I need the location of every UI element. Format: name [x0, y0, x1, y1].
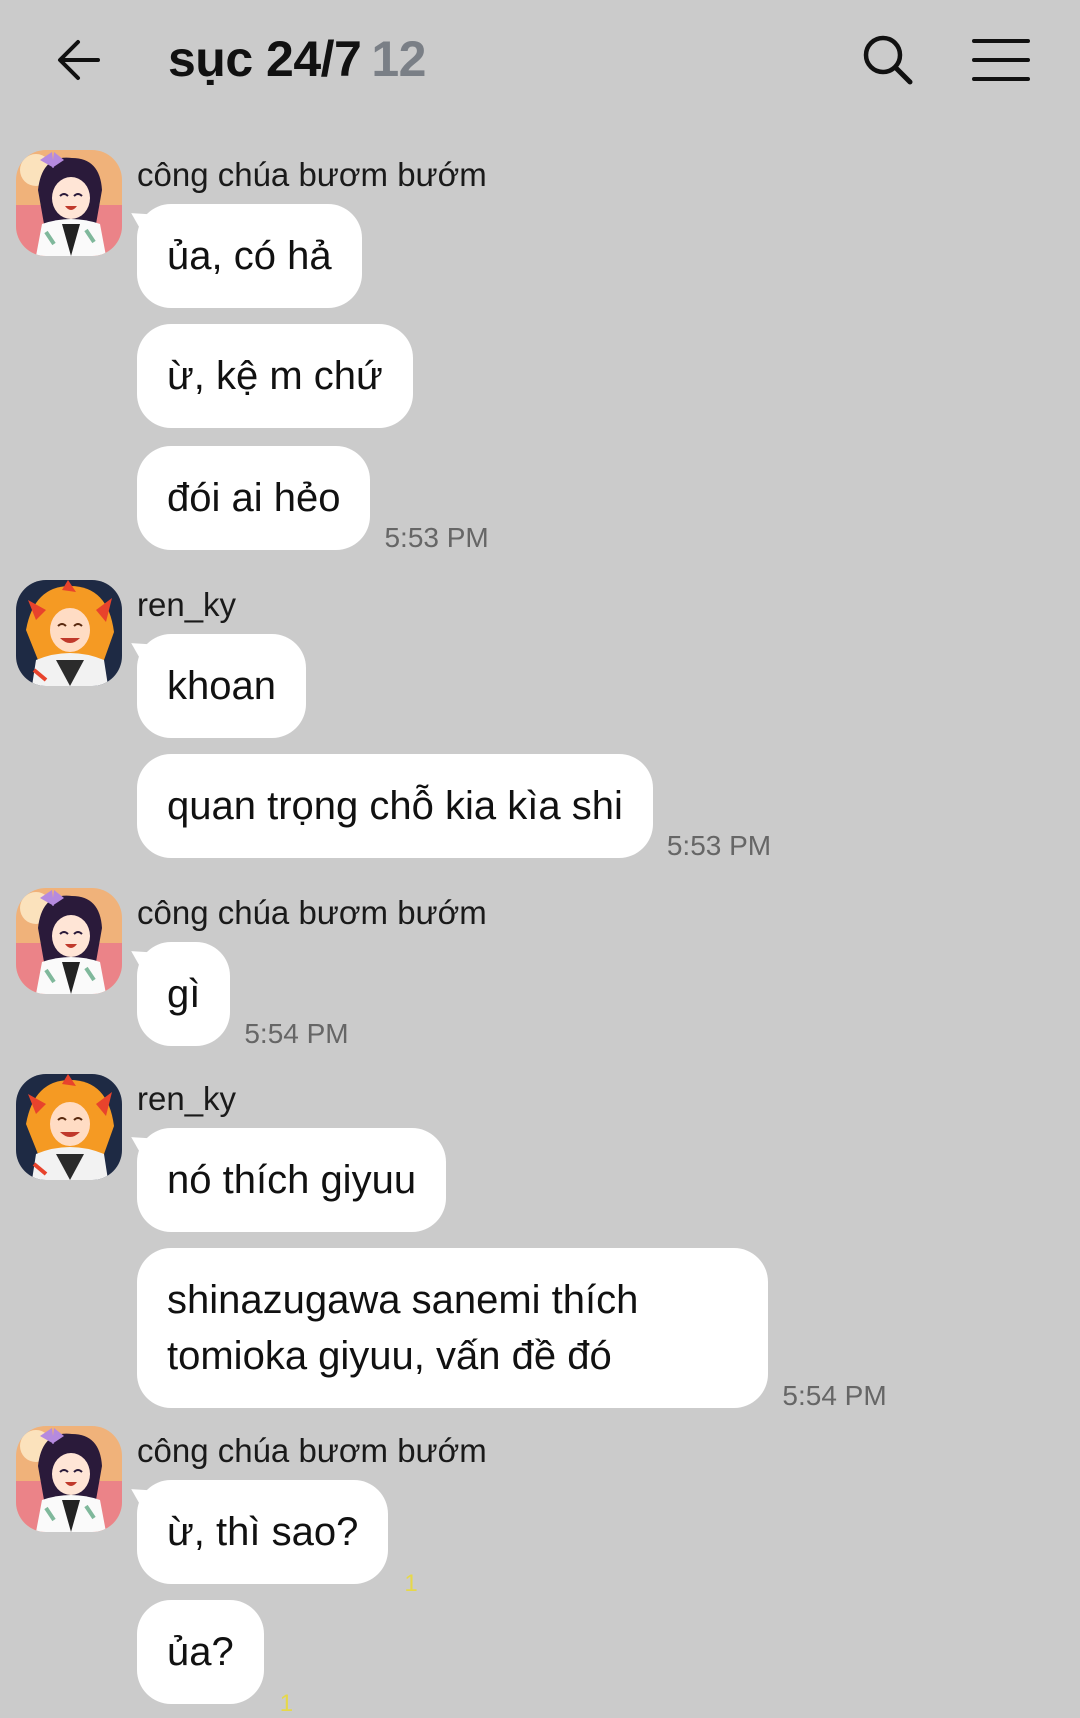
message-time: 5:54 PM	[782, 1380, 887, 1411]
message-row: ủa? 1	[137, 1600, 293, 1717]
message-row: shinazugawa sanemi thích tomioka giyuu, …	[137, 1248, 887, 1411]
back-arrow-icon[interactable]	[52, 32, 108, 88]
message-bubble[interactable]: ủa, có hả	[137, 204, 362, 308]
sender-name: công chúa bươm bướm	[137, 156, 487, 193]
message-bubble[interactable]: gì	[137, 942, 231, 1046]
message-row: ừ, thì sao? 1	[137, 1480, 418, 1597]
message-row: đói ai hẻo 5:53 PM	[137, 446, 489, 553]
message-time: 5:53 PM	[384, 522, 489, 553]
sender-name: công chúa bươm bướm	[137, 1432, 487, 1469]
member-count: 12	[371, 31, 426, 87]
sender-name: công chúa bươm bướm	[137, 894, 487, 931]
message-bubble[interactable]: quan trọng chỗ kia kìa shi	[137, 754, 653, 858]
chat-name: sục 24/7	[168, 31, 362, 87]
message-bubble[interactable]: shinazugawa sanemi thích tomioka giyuu, …	[137, 1248, 769, 1408]
message-line: shinazugawa sanemi thích	[167, 1278, 639, 1322]
message-bubble[interactable]: nó thích giyuu	[137, 1128, 447, 1232]
search-icon[interactable]	[860, 32, 916, 88]
sender-name: ren_ky	[137, 1080, 237, 1117]
message-bubble[interactable]: ừ, thì sao?	[137, 1480, 389, 1584]
avatar[interactable]	[16, 150, 122, 256]
message-bubble[interactable]: đói ai hẻo	[137, 446, 371, 550]
avatar[interactable]	[16, 1426, 122, 1532]
menu-icon[interactable]	[972, 36, 1030, 84]
message-row: ủa, có hả	[137, 204, 362, 308]
chat-header: sục 24/7 12	[0, 0, 1080, 125]
message-time: 5:53 PM	[666, 830, 772, 861]
message-row: nó thích giyuu	[137, 1128, 447, 1232]
avatar[interactable]	[16, 580, 122, 686]
message-row: ừ, kệ m chứ	[137, 324, 413, 428]
unread-count: 1	[279, 1690, 294, 1717]
sender-name: ren_ky	[137, 586, 237, 623]
unread-count: 1	[404, 1570, 418, 1597]
message-bubble[interactable]: ừ, kệ m chứ	[137, 324, 413, 428]
avatar[interactable]	[16, 888, 122, 994]
message-line: tomioka giyuu, vấn đề đó	[167, 1334, 612, 1378]
message-row: gì 5:54 PM	[137, 942, 349, 1049]
avatar[interactable]	[16, 1074, 122, 1180]
message-time: 5:54 PM	[244, 1018, 349, 1049]
message-bubble[interactable]: ủa?	[137, 1600, 264, 1704]
message-row: khoan	[137, 634, 306, 738]
message-row: quan trọng chỗ kia kìa shi 5:53 PM	[137, 754, 771, 861]
message-bubble[interactable]: khoan	[137, 634, 306, 738]
chat-title: sục 24/7 12	[168, 30, 426, 88]
